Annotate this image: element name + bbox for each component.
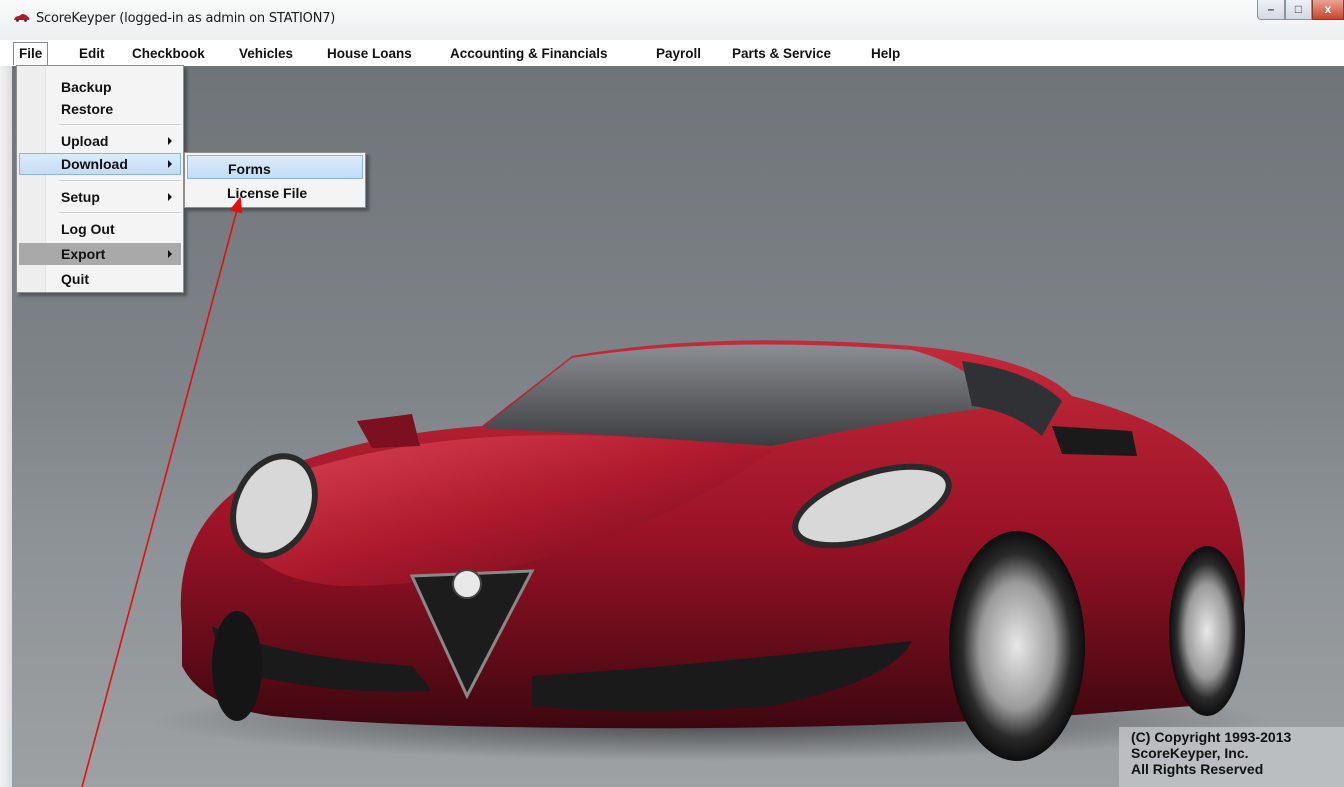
menu-file[interactable]: File [13, 42, 49, 65]
menu-item-log-out[interactable]: Log Out [19, 218, 181, 240]
submenu-item-label: Forms [228, 161, 271, 177]
submenu-item-label: License File [227, 185, 308, 201]
menu-separator [59, 212, 181, 214]
copyright-line: (C) Copyright 1993-2013 [1131, 729, 1292, 745]
menu-item-quit[interactable]: Quit [19, 268, 181, 290]
menu-item-label: Backup [61, 79, 112, 95]
menu-item-label: Quit [61, 271, 89, 287]
download-submenu: Forms License File [184, 152, 366, 208]
menu-edit[interactable]: Edit [74, 44, 110, 63]
window-title: ScoreKeyper (logged-in as admin on STATI… [36, 11, 336, 26]
menu-item-label: Restore [61, 101, 114, 117]
submenu-arrow-icon [168, 160, 172, 168]
app-car-icon [14, 14, 30, 22]
window-titlebar: ScoreKeyper (logged-in as admin on STATI… [0, 0, 1344, 40]
close-icon: x [1324, 2, 1332, 16]
menu-item-download[interactable]: Download [19, 153, 181, 175]
submenu-item-forms[interactable]: Forms [187, 155, 363, 179]
menu-vehicles[interactable]: Vehicles [234, 44, 298, 63]
menu-item-label: Download [61, 156, 128, 172]
maximize-button[interactable]: □ [1285, 0, 1312, 20]
company-name: ScoreKeyper, Inc. [1131, 745, 1249, 761]
maximize-icon: □ [1294, 2, 1303, 16]
menu-help[interactable]: Help [866, 44, 905, 63]
submenu-item-license-file[interactable]: License File [187, 180, 363, 204]
menu-house-loans[interactable]: House Loans [322, 44, 417, 63]
menu-payroll[interactable]: Payroll [651, 44, 706, 63]
submenu-arrow-icon [168, 193, 172, 201]
menu-accounting-financials[interactable]: Accounting & Financials [445, 44, 613, 63]
left-border [0, 66, 12, 787]
menu-bar: File Edit Checkbook Vehicles House Loans… [0, 40, 1344, 66]
menu-item-setup[interactable]: Setup [19, 186, 181, 208]
menu-item-export[interactable]: Export [19, 243, 181, 265]
menu-item-backup[interactable]: Backup [19, 76, 181, 98]
menu-item-upload[interactable]: Upload [19, 130, 181, 152]
menu-item-label: Log Out [61, 221, 115, 237]
menu-item-restore[interactable]: Restore [19, 98, 181, 120]
menu-separator [59, 124, 181, 126]
submenu-arrow-icon [168, 250, 172, 258]
close-button[interactable]: x [1312, 0, 1344, 20]
copyright-notice: (C) Copyright 1993-2013 ScoreKeyper, Inc… [1119, 727, 1344, 787]
minimize-icon: – [1267, 2, 1275, 16]
submenu-arrow-icon [168, 137, 172, 145]
menu-separator [59, 180, 181, 182]
menu-item-label: Upload [61, 133, 109, 149]
menu-item-label: Setup [61, 189, 100, 205]
file-menu-dropdown: Backup Restore Upload Download Setup Log… [16, 65, 184, 293]
rights-reserved: All Rights Reserved [1131, 761, 1264, 777]
menu-checkbook[interactable]: Checkbook [127, 44, 210, 63]
menu-item-label: Export [61, 246, 106, 262]
minimize-button[interactable]: – [1257, 0, 1285, 20]
menu-parts-service[interactable]: Parts & Service [727, 44, 836, 63]
